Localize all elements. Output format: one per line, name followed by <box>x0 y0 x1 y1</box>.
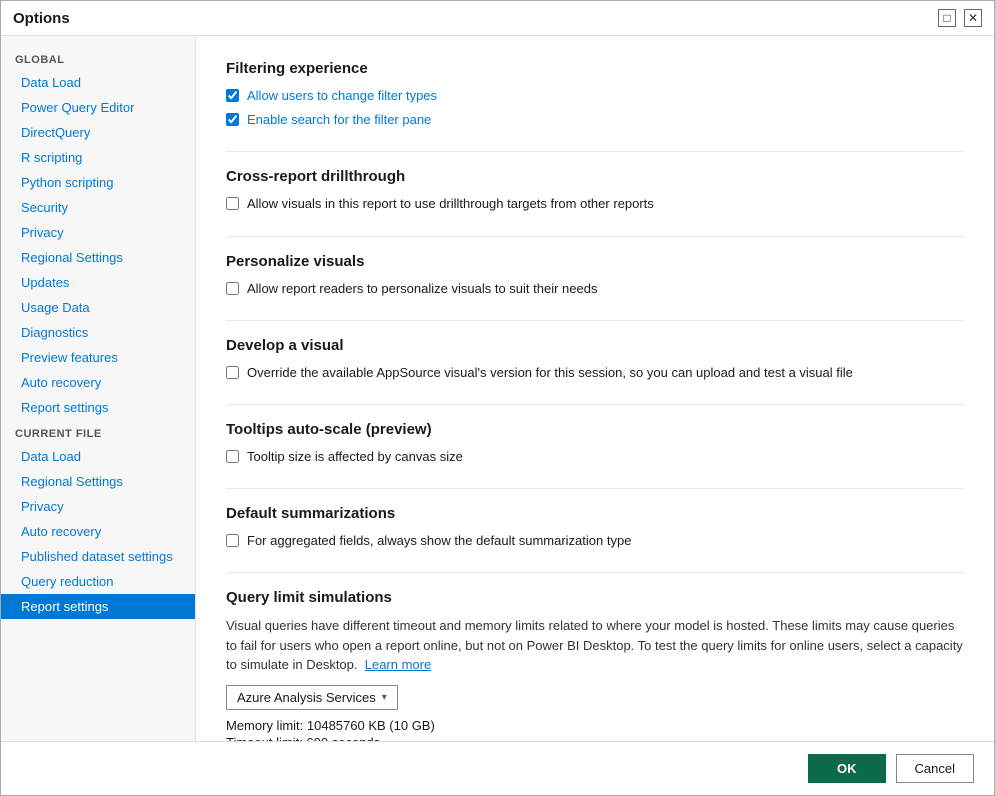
current-file-section-label: CURRENT FILE <box>1 420 195 444</box>
query-limit-title: Query limit simulations <box>226 589 964 606</box>
checkbox-drillthrough-label: Allow visuals in this report to use dril… <box>247 195 654 213</box>
sidebar-item-directquery[interactable]: DirectQuery <box>1 120 195 145</box>
tooltips-section: Tooltips auto-scale (preview) Tooltip si… <box>226 421 964 466</box>
checkbox-row-personalize: Allow report readers to personalize visu… <box>226 280 964 298</box>
query-limit-info: Visual queries have different timeout an… <box>226 616 964 675</box>
capacity-dropdown[interactable]: Azure Analysis Services ▾ <box>226 685 398 710</box>
main-scroll-area: Filtering experience Allow users to chan… <box>196 36 994 741</box>
summarizations-title: Default summarizations <box>226 505 964 522</box>
ok-button[interactable]: OK <box>808 754 886 783</box>
checkbox-filter-search[interactable] <box>226 113 239 126</box>
checkbox-summarizations-label: For aggregated fields, always show the d… <box>247 532 631 550</box>
sidebar-item-privacy-global[interactable]: Privacy <box>1 220 195 245</box>
memory-limit: Memory limit: 10485760 KB (10 GB) <box>226 718 964 733</box>
sidebar-item-query-reduction[interactable]: Query reduction <box>1 569 195 594</box>
filtering-section: Filtering experience Allow users to chan… <box>226 60 964 129</box>
sidebar-item-python-scripting[interactable]: Python scripting <box>1 170 195 195</box>
checkbox-row-develop: Override the available AppSource visual'… <box>226 364 964 382</box>
checkbox-row-filter-types: Allow users to change filter types <box>226 87 964 105</box>
window-controls: □ ✕ <box>938 9 982 27</box>
checkbox-row-tooltips: Tooltip size is affected by canvas size <box>226 448 964 466</box>
checkbox-personalize-label: Allow report readers to personalize visu… <box>247 280 597 298</box>
sidebar-item-security[interactable]: Security <box>1 195 195 220</box>
footer: OK Cancel <box>1 741 994 795</box>
sidebar-item-r-scripting[interactable]: R scripting <box>1 145 195 170</box>
dropdown-value: Azure Analysis Services <box>237 690 376 705</box>
sidebar-item-data-load-global[interactable]: Data Load <box>1 70 195 95</box>
tooltips-title: Tooltips auto-scale (preview) <box>226 421 964 438</box>
sidebar-item-auto-recovery-current[interactable]: Auto recovery <box>1 519 195 544</box>
develop-visual-title: Develop a visual <box>226 337 964 354</box>
cancel-button[interactable]: Cancel <box>896 754 974 783</box>
personalize-section: Personalize visuals Allow report readers… <box>226 253 964 298</box>
dropdown-arrow-icon: ▾ <box>382 692 387 703</box>
sidebar-item-auto-recovery-global[interactable]: Auto recovery <box>1 370 195 395</box>
checkbox-row-drillthrough: Allow visuals in this report to use dril… <box>226 195 964 213</box>
options-window: Options □ ✕ GLOBAL Data Load Power Query… <box>0 0 995 796</box>
checkbox-develop-label: Override the available AppSource visual'… <box>247 364 853 382</box>
close-button[interactable]: ✕ <box>964 9 982 27</box>
sidebar-item-regional-settings-global[interactable]: Regional Settings <box>1 245 195 270</box>
learn-more-link[interactable]: Learn more <box>365 657 431 672</box>
sidebar-item-report-settings-current[interactable]: Report settings <box>1 594 195 619</box>
checkbox-summarizations[interactable] <box>226 534 239 547</box>
filtering-title: Filtering experience <box>226 60 964 77</box>
minimize-button[interactable]: □ <box>938 9 956 27</box>
checkbox-tooltips[interactable] <box>226 450 239 463</box>
sidebar-item-report-settings-global[interactable]: Report settings <box>1 395 195 420</box>
checkbox-row-filter-search: Enable search for the filter pane <box>226 111 964 129</box>
sidebar-item-usage-data[interactable]: Usage Data <box>1 295 195 320</box>
global-section-label: GLOBAL <box>1 46 195 70</box>
sidebar-item-data-load-current[interactable]: Data Load <box>1 444 195 469</box>
sidebar: GLOBAL Data Load Power Query Editor Dire… <box>1 36 196 741</box>
checkbox-develop[interactable] <box>226 366 239 379</box>
window-title: Options <box>13 10 70 27</box>
sidebar-item-privacy-current[interactable]: Privacy <box>1 494 195 519</box>
query-limit-section: Query limit simulations Visual queries h… <box>226 589 964 741</box>
personalize-title: Personalize visuals <box>226 253 964 270</box>
checkbox-personalize[interactable] <box>226 282 239 295</box>
checkbox-filter-types-label: Allow users to change filter types <box>247 87 437 105</box>
summarizations-section: Default summarizations For aggregated fi… <box>226 505 964 550</box>
checkbox-row-summarizations: For aggregated fields, always show the d… <box>226 532 964 550</box>
sidebar-item-published-dataset-settings[interactable]: Published dataset settings <box>1 544 195 569</box>
checkbox-filter-types[interactable] <box>226 89 239 102</box>
checkbox-filter-search-label: Enable search for the filter pane <box>247 111 431 129</box>
cross-report-section: Cross-report drillthrough Allow visuals … <box>226 168 964 213</box>
cross-report-title: Cross-report drillthrough <box>226 168 964 185</box>
content-area: GLOBAL Data Load Power Query Editor Dire… <box>1 36 994 741</box>
sidebar-item-power-query-editor[interactable]: Power Query Editor <box>1 95 195 120</box>
sidebar-item-diagnostics[interactable]: Diagnostics <box>1 320 195 345</box>
checkbox-drillthrough[interactable] <box>226 197 239 210</box>
develop-visual-section: Develop a visual Override the available … <box>226 337 964 382</box>
sidebar-item-regional-settings-current[interactable]: Regional Settings <box>1 469 195 494</box>
checkbox-tooltips-label: Tooltip size is affected by canvas size <box>247 448 463 466</box>
sidebar-item-updates[interactable]: Updates <box>1 270 195 295</box>
title-bar: Options □ ✕ <box>1 1 994 36</box>
sidebar-item-preview-features[interactable]: Preview features <box>1 345 195 370</box>
main-panel: Filtering experience Allow users to chan… <box>196 36 994 741</box>
